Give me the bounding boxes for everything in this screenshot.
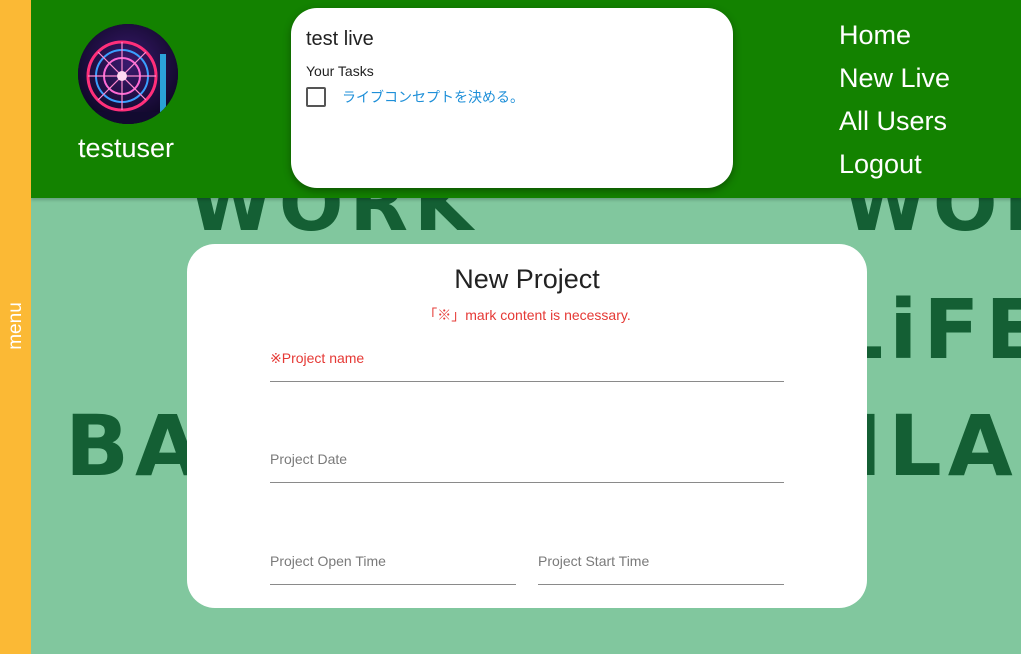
project-start-time-label: Project Start Time [538,553,650,569]
project-date-field[interactable]: Project Date [270,443,784,483]
header-bar: testuser test live Your Tasks ライブコンセプトを決… [31,0,1021,198]
nav-new-live-link[interactable]: New Live [839,57,950,100]
tasks-heading: Your Tasks [306,63,374,79]
live-title[interactable]: test live [306,28,374,51]
required-note: 「※」mark content is necessary. [423,307,631,323]
menu-toggle[interactable]: menu [5,302,27,350]
task-label[interactable]: ライブコンセプトを決める。 [342,87,524,107]
project-start-time-field[interactable]: Project Start Time [538,545,784,585]
main-nav: Home New Live All Users Logout [839,14,950,186]
background-word: WORK [843,198,1021,248]
ferris-wheel-photo [78,24,178,124]
form-title: New Project [454,264,600,294]
project-open-time-field[interactable]: Project Open Time [270,545,516,585]
project-name-field[interactable]: ※Project name [270,342,784,382]
nav-all-users-link[interactable]: All Users [839,100,950,143]
new-project-form: New Project 「※」mark content is necessary… [187,244,867,608]
nav-logout-link[interactable]: Logout [839,143,950,186]
username: testuser [78,133,175,163]
project-open-time-label: Project Open Time [270,553,386,569]
project-name-label: ※Project name [270,350,365,366]
avatar[interactable] [78,24,178,124]
nav-home-link[interactable]: Home [839,14,950,57]
side-menu-rail[interactable]: menu [0,0,31,654]
background-word: ILA [851,397,1019,495]
live-card: test live Your Tasks ライブコンセプトを決める。 [291,8,733,188]
task-checkbox[interactable] [306,87,326,107]
task-item: ライブコンセプトを決める。 [306,87,524,107]
background-word: BA [65,397,207,495]
background-word: WORK [189,198,479,248]
project-date-label: Project Date [270,451,348,467]
